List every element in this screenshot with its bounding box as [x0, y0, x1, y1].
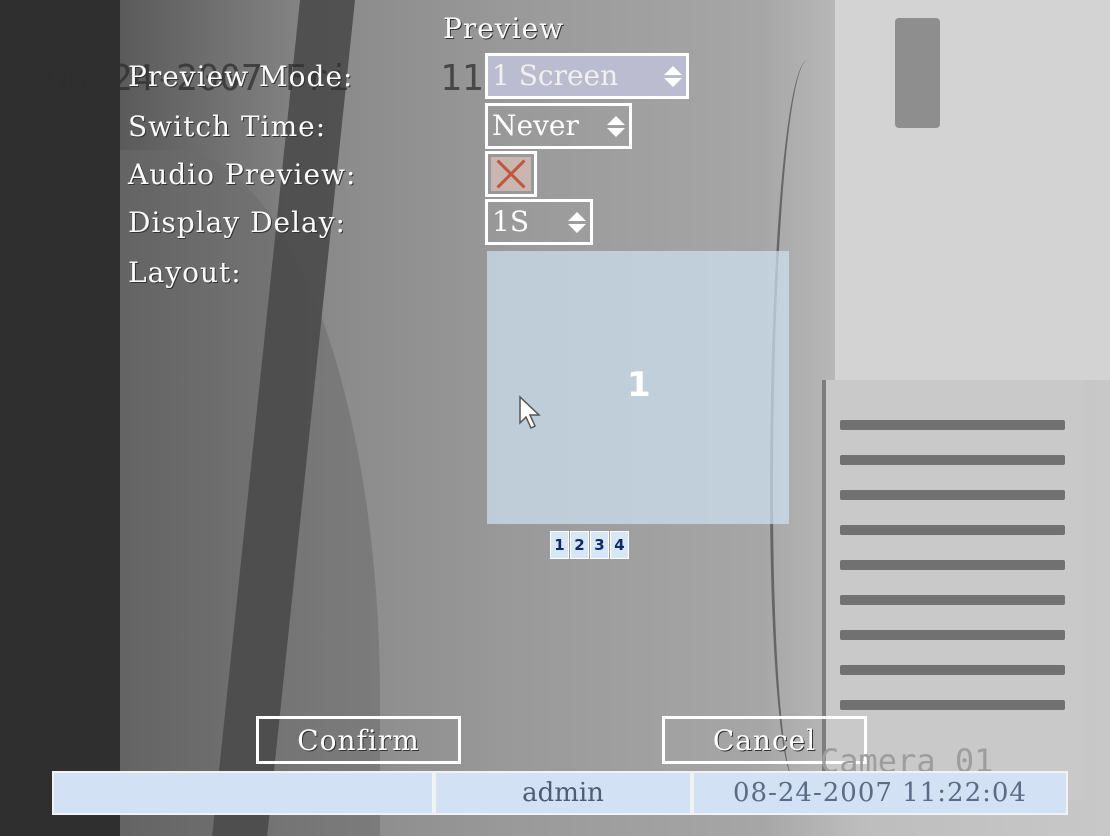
cabinet-vent — [840, 420, 1065, 430]
status-user: admin — [434, 771, 692, 815]
audio-preview-label: Audio Preview: — [128, 158, 357, 191]
layout-preview-window[interactable]: 1 — [487, 251, 789, 524]
updown-arrows-icon — [607, 115, 625, 137]
layout-window-number: 1 — [627, 365, 651, 405]
switch-time-label: Switch Time: — [128, 110, 327, 143]
cabinet-vent — [840, 455, 1065, 465]
dvr-preview-screen: 08-24-2007 Fri 11:22:04 Preview Preview … — [0, 0, 1110, 836]
preview-mode-label: Preview Mode: — [128, 60, 354, 93]
confirm-button[interactable]: Confirm — [256, 716, 461, 764]
status-datetime: 08-24-2007 11:22:04 — [692, 771, 1068, 815]
layout-tab-3[interactable]: 3 — [590, 531, 609, 559]
status-message — [52, 771, 434, 815]
camera-feed-dark-frame — [0, 0, 120, 836]
display-delay-select[interactable]: 1S — [485, 199, 593, 245]
updown-arrows-icon — [664, 65, 682, 87]
cabinet-vent — [840, 630, 1065, 640]
layout-tab-4[interactable]: 4 — [610, 531, 629, 559]
display-delay-value: 1S — [492, 205, 529, 238]
cabinet-vent — [840, 700, 1065, 710]
preview-mode-select[interactable]: 1 Screen — [485, 53, 689, 99]
status-bar: admin 08-24-2007 11:22:04 — [52, 771, 1068, 815]
audio-preview-checkbox[interactable] — [485, 151, 537, 197]
preview-mode-value: 1 Screen — [492, 59, 619, 92]
camera-feed-fixture — [895, 18, 940, 128]
cabinet-vent — [840, 665, 1065, 675]
page-title: Preview — [443, 12, 565, 45]
cabinet-vent — [840, 490, 1065, 500]
cabinet-vent — [840, 560, 1065, 570]
display-delay-label: Display Delay: — [128, 206, 346, 239]
camera-feed-wall — [835, 0, 1110, 380]
switch-time-value: Never — [492, 109, 579, 142]
layout-tab-2[interactable]: 2 — [570, 531, 589, 559]
layout-label: Layout: — [128, 256, 242, 289]
layout-page-tabs: 1 2 3 4 — [550, 531, 630, 559]
cabinet-vent — [840, 595, 1065, 605]
mouse-cursor-icon — [519, 395, 541, 430]
cabinet-vent — [840, 525, 1065, 535]
layout-tab-1[interactable]: 1 — [550, 531, 569, 559]
updown-arrows-icon — [568, 211, 586, 233]
switch-time-select[interactable]: Never — [485, 103, 632, 149]
